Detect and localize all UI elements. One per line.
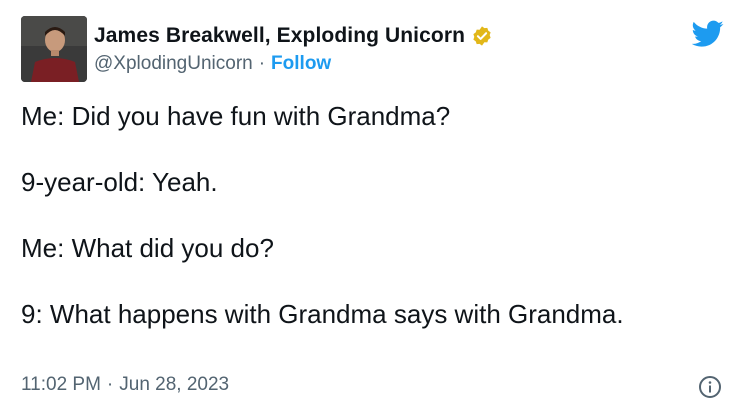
author-handle[interactable]: @XplodingUnicorn xyxy=(94,53,253,75)
tweet-line: Me: What did you do? xyxy=(21,233,274,263)
handle-separator: · xyxy=(258,53,266,74)
tweet-body: Me: Did you have fun with Grandma? 9-yea… xyxy=(21,100,711,331)
avatar-image xyxy=(21,16,87,82)
verified-badge-icon xyxy=(473,26,491,46)
twitter-bird-icon[interactable] xyxy=(692,20,724,48)
tweet-timestamp[interactable]: 11:02 PM · Jun 28, 2023 xyxy=(21,371,229,399)
tweet-date: Jun 28, 2023 xyxy=(119,374,230,395)
author-display-name[interactable]: James Breakwell, Exploding Unicorn xyxy=(94,24,465,48)
tweet-card: James Breakwell, Exploding Unicorn @Xplo… xyxy=(0,0,740,412)
author-avatar[interactable] xyxy=(21,16,87,82)
author-handle-row: @XplodingUnicorn · Follow xyxy=(94,52,331,76)
tweet-line: Me: Did you have fun with Grandma? xyxy=(21,101,451,131)
timestamp-separator: · xyxy=(106,374,114,395)
author-name-row: James Breakwell, Exploding Unicorn xyxy=(94,22,493,50)
info-icon[interactable] xyxy=(698,375,722,399)
tweet-line: 9-year-old: Yeah. xyxy=(21,167,218,197)
follow-button[interactable]: Follow xyxy=(271,53,331,75)
tweet-line: 9: What happens with Grandma says with G… xyxy=(21,299,624,329)
tweet-time: 11:02 PM xyxy=(21,374,101,395)
